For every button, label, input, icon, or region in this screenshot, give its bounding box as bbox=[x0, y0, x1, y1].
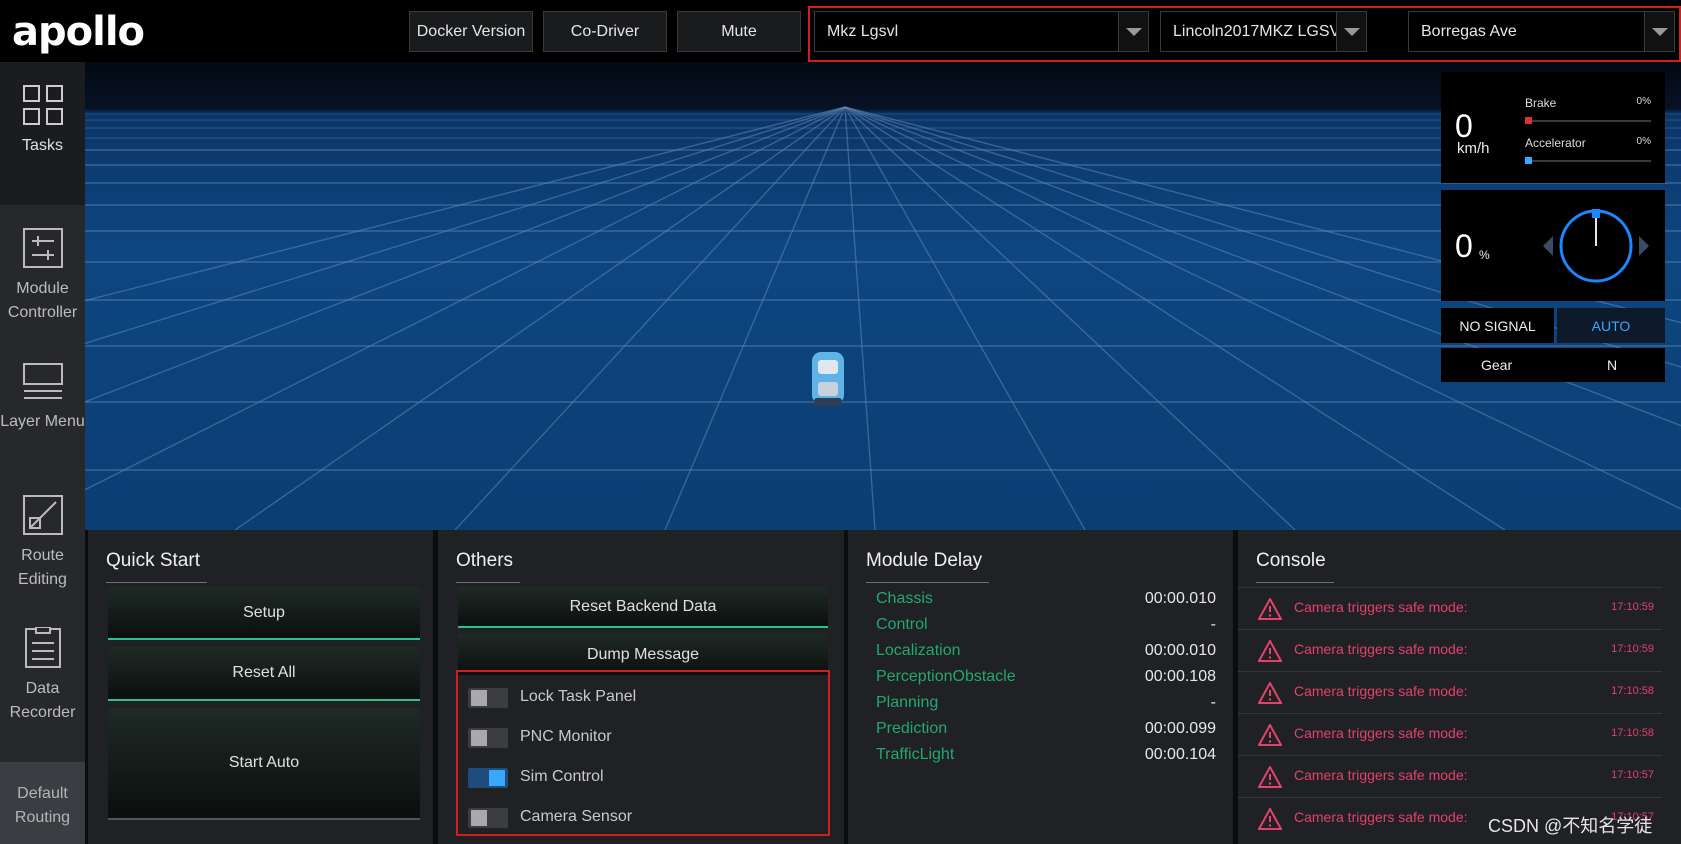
sim-control-toggle[interactable] bbox=[468, 768, 508, 788]
signal-status: NO SIGNAL bbox=[1441, 308, 1554, 343]
vehicle-select-value: Lincoln2017MKZ LGSVL bbox=[1173, 22, 1350, 40]
ego-vehicle bbox=[812, 352, 844, 406]
console-panel: Console Camera triggers safe mode: 17:10:… bbox=[1238, 530, 1681, 844]
delay-row: Localization 00:00.010 bbox=[876, 642, 1216, 659]
console-message: Camera triggers safe mode: 17:10:58 bbox=[1238, 713, 1662, 755]
sidebar-item-data-recorder[interactable]: Data Recorder bbox=[0, 605, 85, 748]
delay-row: Control - bbox=[876, 616, 1216, 633]
map-select-value: Borregas Ave bbox=[1421, 22, 1517, 40]
warning-icon bbox=[1258, 682, 1282, 704]
watermark: CSDN @不知名学徒 bbox=[1488, 816, 1653, 836]
chevron-down-icon[interactable] bbox=[1336, 12, 1366, 51]
warning-icon bbox=[1258, 808, 1282, 830]
vehicle-select[interactable]: Lincoln2017MKZ LGSVL bbox=[1160, 11, 1367, 52]
sidebar-item-label: Tasks bbox=[22, 137, 63, 154]
drive-mode-status: AUTO bbox=[1557, 308, 1665, 343]
map-select[interactable]: Borregas Ave bbox=[1408, 11, 1675, 52]
title-underline bbox=[106, 582, 207, 583]
camera-sensor-toggle[interactable] bbox=[468, 808, 508, 828]
start-auto-button[interactable]: Start Auto bbox=[108, 708, 420, 820]
docker-version-button[interactable]: Docker Version bbox=[409, 11, 533, 52]
title-underline bbox=[1256, 582, 1334, 583]
others-panel: Others Reset Backend Data Dump Message L… bbox=[438, 530, 844, 844]
console-message: Camera triggers safe mode: 17:10:59 bbox=[1238, 587, 1662, 629]
steering-wheel-icon bbox=[1543, 209, 1649, 283]
default-routing-button[interactable]: Default Routing bbox=[0, 762, 85, 844]
toggle-label: Lock Task Panel bbox=[520, 688, 637, 705]
mode-select-value: Mkz Lgsvl bbox=[827, 22, 899, 40]
reset-backend-button[interactable]: Reset Backend Data bbox=[458, 587, 828, 628]
sidebar: Tasks Module Controller Layer Menu Route… bbox=[0, 62, 85, 844]
brake-label: Brake bbox=[1525, 96, 1557, 110]
co-driver-button[interactable]: Co-Driver bbox=[543, 11, 667, 52]
brake-value: 0% bbox=[1636, 96, 1651, 107]
toggle-label: PNC Monitor bbox=[520, 728, 612, 745]
delay-row: Prediction 00:00.099 bbox=[876, 720, 1216, 737]
chevron-down-icon[interactable] bbox=[1118, 12, 1148, 51]
warning-icon bbox=[1258, 640, 1282, 662]
title-underline bbox=[456, 582, 520, 583]
layers-icon bbox=[22, 363, 63, 399]
delay-row: PerceptionObstacle 00:00.108 bbox=[876, 668, 1216, 685]
delay-row: Chassis 00:00.010 bbox=[876, 590, 1216, 607]
accelerator-label: Accelerator bbox=[1525, 136, 1586, 150]
setup-button[interactable]: Setup bbox=[108, 587, 420, 640]
sidebar-item-label: Data Recorder bbox=[9, 680, 76, 721]
top-bar: apollo Docker Version Co-Driver Mute Mkz… bbox=[0, 0, 1681, 62]
accelerator-bar bbox=[1525, 160, 1651, 162]
mute-button[interactable]: Mute bbox=[677, 11, 801, 52]
highlight-box-toggles bbox=[456, 670, 830, 836]
accelerator-value: 0% bbox=[1636, 136, 1651, 147]
sidebar-item-label: Layer Menu bbox=[0, 413, 85, 430]
title-underline bbox=[866, 582, 989, 583]
sidebar-item-tasks[interactable]: Tasks bbox=[0, 62, 85, 205]
console-message: Camera triggers safe mode: 17:10:57 bbox=[1238, 755, 1662, 797]
route-icon bbox=[22, 495, 63, 535]
grid-icon bbox=[22, 85, 63, 125]
dump-message-button[interactable]: Dump Message bbox=[458, 634, 828, 675]
console-title: Console bbox=[1256, 550, 1326, 571]
others-title: Others bbox=[456, 550, 514, 571]
console-message: Camera triggers safe mode: 17:10:59 bbox=[1238, 629, 1662, 671]
toggle-label: Camera Sensor bbox=[520, 808, 633, 825]
delay-row: Planning - bbox=[876, 694, 1216, 711]
pnc-monitor-toggle[interactable] bbox=[468, 728, 508, 748]
speed-unit: km/h bbox=[1457, 140, 1490, 157]
steering-value: 0 bbox=[1455, 228, 1473, 264]
sidebar-item-label: Module Controller bbox=[7, 280, 78, 321]
document-icon bbox=[24, 627, 61, 668]
gear-panel: Gear N bbox=[1441, 348, 1665, 382]
steering-unit: % bbox=[1479, 248, 1490, 262]
console-message: Camera triggers safe mode: 17:10:58 bbox=[1238, 671, 1662, 713]
steering-panel: 0 % bbox=[1441, 190, 1665, 301]
toggle-label: Sim Control bbox=[520, 768, 604, 785]
brake-bar bbox=[1525, 120, 1651, 122]
gear-value: N bbox=[1607, 357, 1618, 373]
gear-label: Gear bbox=[1481, 357, 1513, 373]
module-delay-title: Module Delay bbox=[866, 550, 983, 571]
brake-marker bbox=[1525, 117, 1532, 124]
quick-start-title: Quick Start bbox=[106, 550, 200, 571]
default-routing-label: Default Routing bbox=[14, 785, 71, 826]
warning-icon bbox=[1258, 724, 1282, 746]
sidebar-item-route-editing[interactable]: Route Editing bbox=[0, 472, 85, 615]
chevron-down-icon[interactable] bbox=[1644, 12, 1674, 51]
speed-panel: 0 km/h Brake 0% Accelerator 0% bbox=[1441, 72, 1665, 183]
reset-all-button[interactable]: Reset All bbox=[108, 647, 420, 701]
warning-icon bbox=[1258, 598, 1282, 620]
module-delay-panel: Module Delay Chassis 00:00.010 Control - L… bbox=[848, 530, 1233, 844]
warning-icon bbox=[1258, 766, 1282, 788]
sidebar-item-module-controller[interactable]: Module Controller bbox=[0, 205, 85, 348]
sliders-icon bbox=[22, 228, 63, 268]
sidebar-item-layer-menu[interactable]: Layer Menu bbox=[0, 338, 85, 481]
lock-task-panel-toggle[interactable] bbox=[468, 688, 508, 708]
delay-row: TrafficLight 00:00.104 bbox=[876, 746, 1216, 763]
apollo-logo: apollo bbox=[12, 9, 145, 55]
accelerator-marker bbox=[1525, 157, 1532, 164]
sidebar-item-label: Route Editing bbox=[18, 547, 67, 588]
quick-start-panel: Quick Start Setup Reset All Start Auto bbox=[88, 530, 433, 844]
mode-select[interactable]: Mkz Lgsvl bbox=[814, 11, 1149, 52]
